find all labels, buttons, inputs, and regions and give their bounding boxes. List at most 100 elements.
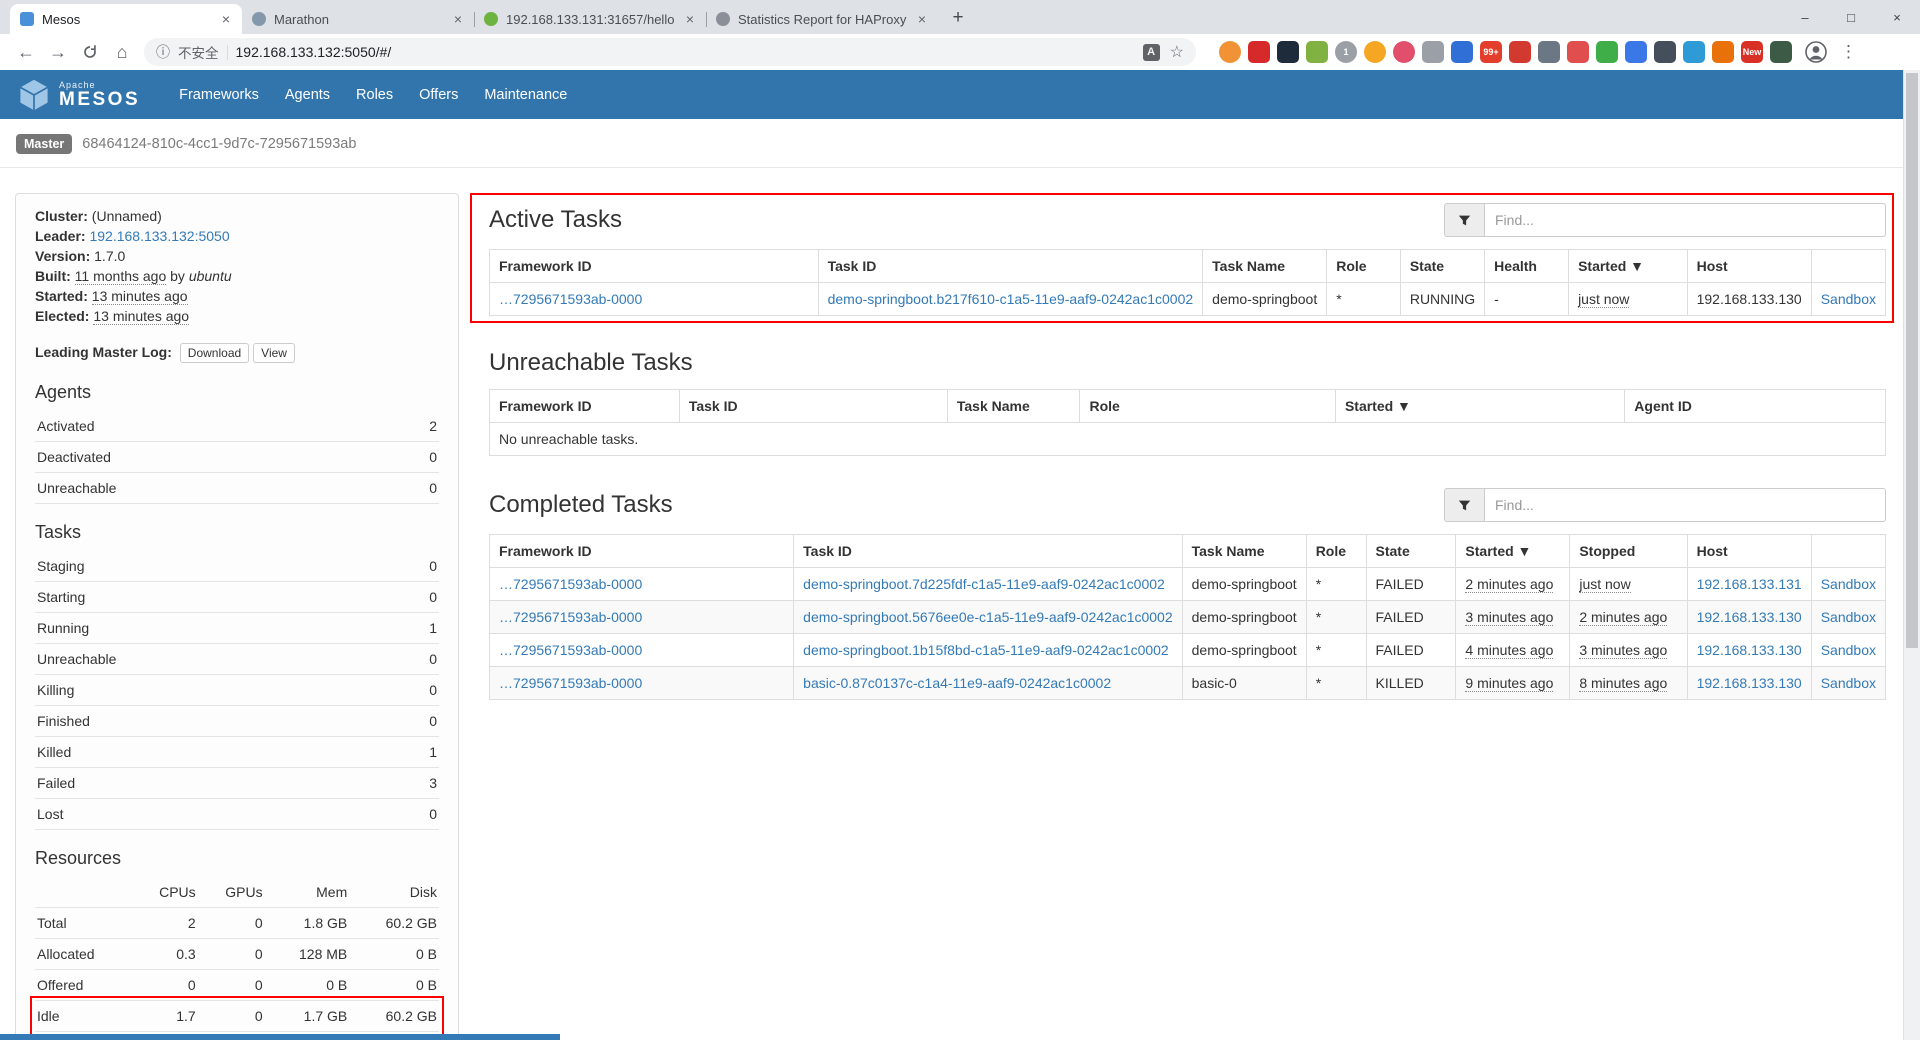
nav-item[interactable]: Offers <box>406 70 471 119</box>
extension-icon[interactable] <box>1277 41 1299 63</box>
close-button[interactable]: × <box>1874 0 1920 34</box>
column-header[interactable]: Task ID <box>679 390 947 423</box>
column-header[interactable]: Started ▼ <box>1335 390 1624 423</box>
column-header[interactable]: Role <box>1080 390 1335 423</box>
extension-icon[interactable] <box>1393 41 1415 63</box>
task-host-link[interactable]: 192.168.133.130 <box>1697 642 1802 658</box>
info-icon[interactable]: ⓘ <box>156 42 170 62</box>
browser-tab[interactable]: Mesos × <box>10 4 242 34</box>
extension-icon[interactable] <box>1596 41 1618 63</box>
column-header[interactable]: State <box>1366 535 1456 568</box>
forward-button[interactable]: → <box>42 36 74 68</box>
column-header[interactable] <box>1811 250 1885 283</box>
browser-tab[interactable]: Marathon × <box>242 4 474 34</box>
address-bar[interactable]: ⓘ 不安全 192.168.133.132:5050/#/ A ☆ <box>144 38 1196 66</box>
extension-icon[interactable] <box>1364 41 1386 63</box>
column-header[interactable]: Host <box>1687 250 1811 283</box>
mesos-brand[interactable]: Apache MESOS <box>17 78 140 112</box>
bookmark-star-icon[interactable]: ☆ <box>1170 42 1184 62</box>
column-header[interactable]: Agent ID <box>1625 390 1886 423</box>
leader-link[interactable]: 192.168.133.132:5050 <box>89 228 229 244</box>
extension-icon[interactable] <box>1219 41 1241 63</box>
profile-avatar[interactable] <box>1804 40 1828 64</box>
maximize-button[interactable]: □ <box>1828 0 1874 34</box>
task-host-link[interactable]: 192.168.133.130 <box>1697 609 1802 625</box>
filter-button[interactable] <box>1444 203 1484 237</box>
task-id-link[interactable]: demo-springboot.7d225fdf-c1a5-11e9-aaf9-… <box>803 576 1165 592</box>
tab-close-icon[interactable]: × <box>452 11 464 27</box>
column-header[interactable]: Health <box>1485 250 1569 283</box>
url-text[interactable]: 192.168.133.132:5050/#/ <box>236 44 1135 60</box>
extension-icon[interactable] <box>1654 41 1676 63</box>
reload-button[interactable] <box>74 36 106 68</box>
column-header[interactable]: Started ▼ <box>1569 250 1688 283</box>
sandbox-link[interactable]: Sandbox <box>1821 576 1876 592</box>
nav-item[interactable]: Roles <box>343 70 406 119</box>
extension-icon[interactable] <box>1509 41 1531 63</box>
browser-tab[interactable]: Statistics Report for HAProxy × <box>706 4 938 34</box>
column-header[interactable]: Started ▼ <box>1456 535 1570 568</box>
sandbox-link[interactable]: Sandbox <box>1821 609 1876 625</box>
extension-icon[interactable]: 1 <box>1335 41 1357 63</box>
column-header[interactable]: Task Name <box>1182 535 1306 568</box>
column-header[interactable]: Framework ID <box>490 535 794 568</box>
nav-item[interactable]: Frameworks <box>166 70 272 119</box>
framework-id-link[interactable]: …7295671593ab-0000 <box>499 291 642 307</box>
extension-icon[interactable] <box>1625 41 1647 63</box>
column-header[interactable]: Task Name <box>1203 250 1327 283</box>
sandbox-link[interactable]: Sandbox <box>1821 675 1876 691</box>
task-host-link[interactable]: 192.168.133.131 <box>1697 576 1802 592</box>
task-host-link[interactable]: 192.168.133.130 <box>1697 675 1802 691</box>
extension-icon[interactable] <box>1770 41 1792 63</box>
browser-tab[interactable]: 192.168.133.131:31657/hello × <box>474 4 706 34</box>
column-header[interactable]: Task ID <box>794 535 1182 568</box>
column-header[interactable] <box>1811 535 1885 568</box>
minimize-button[interactable]: – <box>1782 0 1828 34</box>
task-id-link[interactable]: demo-springboot.b217f610-c1a5-11e9-aaf9-… <box>828 291 1194 307</box>
framework-id-link[interactable]: …7295671593ab-0000 <box>499 675 642 691</box>
nav-item[interactable]: Maintenance <box>471 70 580 119</box>
tab-close-icon[interactable]: × <box>220 11 232 27</box>
filter-button[interactable] <box>1444 488 1484 522</box>
column-header[interactable]: Stopped <box>1570 535 1687 568</box>
framework-id-link[interactable]: …7295671593ab-0000 <box>499 642 642 658</box>
task-id-link[interactable]: demo-springboot.5676ee0e-c1a5-11e9-aaf9-… <box>803 609 1172 625</box>
column-header[interactable]: Role <box>1327 250 1401 283</box>
framework-id-link[interactable]: …7295671593ab-0000 <box>499 576 642 592</box>
task-id-link[interactable]: basic-0.87c0137c-c1a4-11e9-aaf9-0242ac1c… <box>803 675 1111 691</box>
column-header[interactable]: State <box>1400 250 1484 283</box>
browser-menu-icon[interactable]: ⋮ <box>1840 42 1857 62</box>
tab-close-icon[interactable]: × <box>684 11 696 27</box>
sandbox-link[interactable]: Sandbox <box>1821 642 1876 658</box>
extension-icon[interactable] <box>1451 41 1473 63</box>
extension-icon[interactable] <box>1422 41 1444 63</box>
find-input[interactable] <box>1484 488 1886 522</box>
column-header[interactable]: Host <box>1687 535 1811 568</box>
column-header[interactable]: Framework ID <box>490 390 680 423</box>
page-scrollbar[interactable] <box>1903 70 1920 1040</box>
tab-close-icon[interactable]: × <box>916 11 928 27</box>
column-header[interactable]: Task Name <box>947 390 1080 423</box>
column-header[interactable]: Task ID <box>818 250 1203 283</box>
extension-icon[interactable] <box>1538 41 1560 63</box>
new-tab-button[interactable]: + <box>944 4 972 32</box>
find-input[interactable] <box>1484 203 1886 237</box>
framework-id-link[interactable]: …7295671593ab-0000 <box>499 609 642 625</box>
extension-icon[interactable]: New <box>1741 41 1763 63</box>
extension-icon[interactable]: 99+ <box>1480 41 1502 63</box>
extension-icon[interactable] <box>1683 41 1705 63</box>
nav-item[interactable]: Agents <box>272 70 343 119</box>
log-button[interactable]: View <box>253 343 295 363</box>
column-header[interactable]: Framework ID <box>490 250 819 283</box>
extension-icon[interactable] <box>1712 41 1734 63</box>
extension-icon[interactable] <box>1306 41 1328 63</box>
sandbox-link[interactable]: Sandbox <box>1821 291 1876 307</box>
extension-icon[interactable] <box>1248 41 1270 63</box>
extension-icon[interactable] <box>1567 41 1589 63</box>
back-button[interactable]: ← <box>10 36 42 68</box>
translate-icon[interactable]: A <box>1143 44 1160 61</box>
column-header[interactable]: Role <box>1306 535 1366 568</box>
task-id-link[interactable]: demo-springboot.1b15f8bd-c1a5-11e9-aaf9-… <box>803 642 1169 658</box>
log-button[interactable]: Download <box>180 343 249 363</box>
scrollbar-thumb[interactable] <box>1906 73 1918 648</box>
